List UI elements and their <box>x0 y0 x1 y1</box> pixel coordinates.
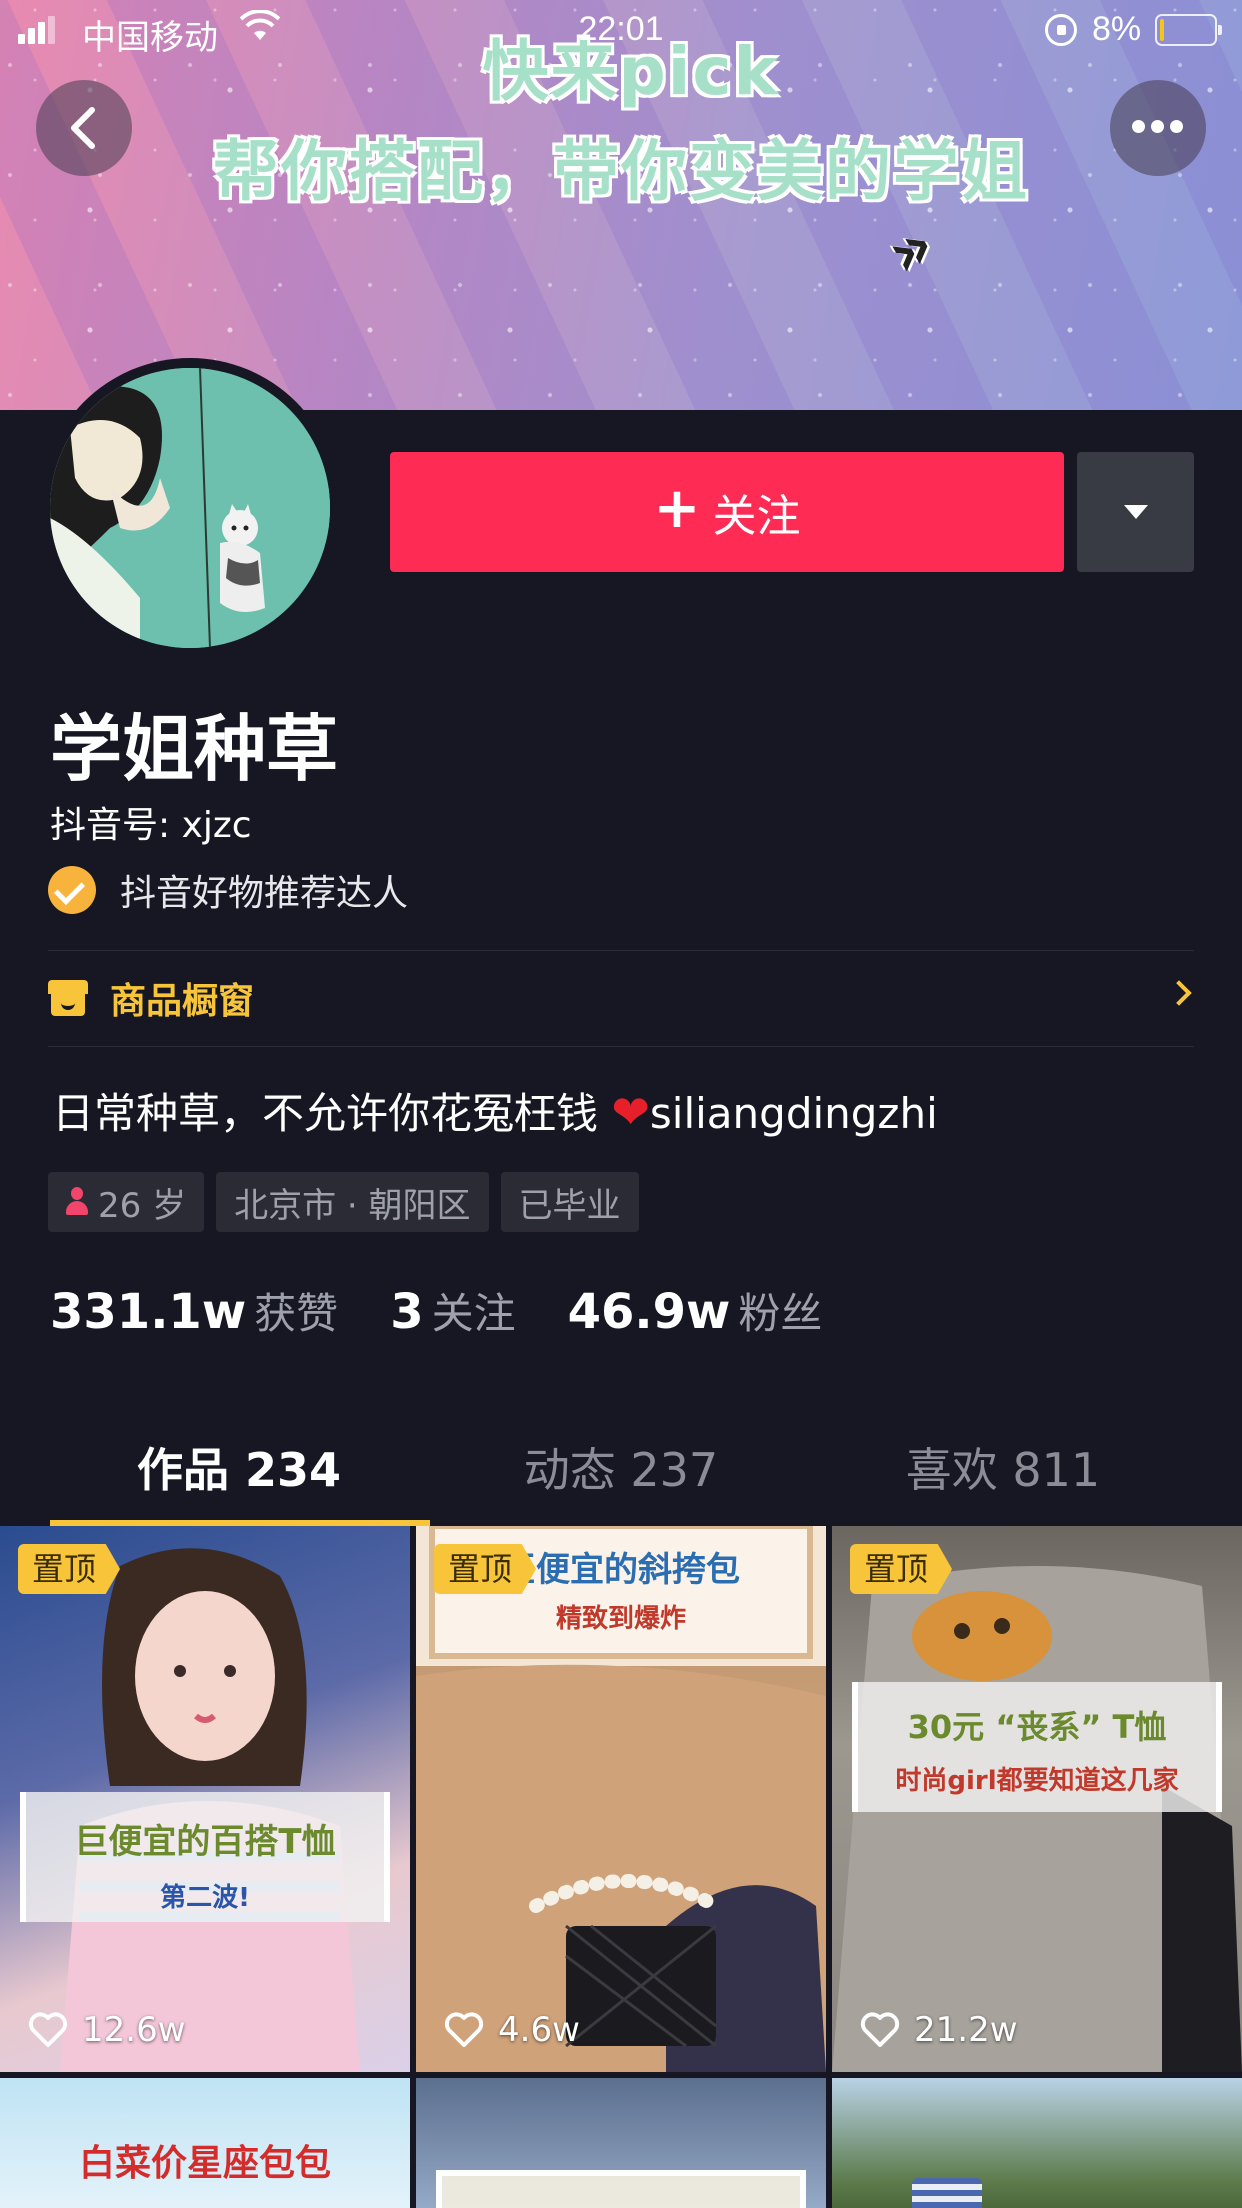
video-cover-caption <box>436 2170 806 2208</box>
pinned-label: 置顶 <box>18 1544 121 1594</box>
video-card[interactable]: 30元 “丧系” T恤 时尚girl都要知道这几家 置顶 21.2w <box>832 1526 1242 2072</box>
chevron-right-icon <box>1166 980 1192 1006</box>
video-cover-subcaption: 精致到爆炸 <box>555 1604 686 1634</box>
battery-icon <box>1155 14 1222 46</box>
battery-percentage: 8% <box>1092 10 1142 48</box>
banner-line-2: 帮你搭配，带你变美的学姐 <box>213 133 1029 210</box>
video-likes-count: 12.6w <box>82 2010 186 2050</box>
divider <box>48 1046 1194 1047</box>
rotation-lock-icon <box>1045 14 1077 46</box>
chevron-left-icon <box>71 107 95 149</box>
heart-icon <box>444 2012 484 2047</box>
tab-likes[interactable]: 喜欢 811 <box>796 1420 1210 1520</box>
video-grid: 巨便宜的百搭T恤 第二波! 置顶 12.6w 巨便宜的斜挎包 精致到爆炸 置顶 … <box>0 1526 1242 2208</box>
following-label: 关注 <box>431 1289 516 1338</box>
shop-icon <box>48 978 88 1018</box>
video-card[interactable]: 巨便宜的斜挎包 精致到爆炸 置顶 4.6w <box>416 1526 826 2072</box>
video-cover-caption: 白菜价星座包包 <box>78 2143 331 2184</box>
profile-banner: 快来pick 帮你搭配，带你变美的学姐 » <box>0 0 1242 410</box>
verified-check-icon <box>48 866 96 914</box>
followers-count: 46.9w <box>567 1284 731 1340</box>
location-tag: 北京市 · 朝阳区 <box>216 1172 489 1232</box>
age-tag: 26 岁 <box>48 1172 205 1232</box>
likes-label: 获赞 <box>254 1289 339 1338</box>
content-tabs: 作品 234 动态 237 喜欢 811 <box>0 1420 1242 1530</box>
pinned-label: 置顶 <box>850 1544 953 1594</box>
avatar-image <box>50 368 330 648</box>
following-count: 3 <box>390 1284 424 1340</box>
female-person-icon <box>66 1187 88 1217</box>
pinned-label: 置顶 <box>434 1544 537 1594</box>
profile-stats: 331.1w 获赞 3 关注 46.9w 粉丝 <box>50 1280 874 1341</box>
video-likes: 12.6w <box>28 2010 186 2050</box>
followers-label: 粉丝 <box>738 1289 823 1338</box>
badge-label: 抖音好物推荐达人 <box>120 873 409 914</box>
video-card[interactable]: 白菜价星座包包 <box>0 2078 410 2208</box>
shop-window-link[interactable]: 商品橱窗 <box>48 950 1194 1046</box>
plus-icon: + <box>653 476 701 541</box>
display-name: 学姐种草 <box>50 707 339 791</box>
caret-down-icon <box>1124 505 1148 519</box>
video-cover-image <box>912 2178 982 2208</box>
tab-works[interactable]: 作品 234 <box>32 1420 446 1520</box>
likes-stat[interactable]: 331.1w 获赞 <box>50 1280 338 1341</box>
more-options-button[interactable] <box>1110 80 1206 176</box>
status-bar: 中国移动 22:01 8% <box>0 0 1242 60</box>
profile-tags: 26 岁 北京市 · 朝阳区 已毕业 <box>48 1172 639 1232</box>
video-cover-caption: 巨便宜的百搭T恤 第二波! <box>20 1792 390 1922</box>
video-likes: 4.6w <box>444 2010 580 2050</box>
shop-window-label: 商品橱窗 <box>110 981 255 1022</box>
profile-page: 快来pick 帮你搭配，带你变美的学姐 » 中国移动 22:01 8% + 关注… <box>0 0 1242 2208</box>
age-label: 26 岁 <box>98 1185 187 1226</box>
bio-text: 日常种草，不允许你花冤枉钱 <box>52 1089 599 1138</box>
follow-button-label: 关注 <box>712 491 801 542</box>
following-stat[interactable]: 3 关注 <box>390 1280 515 1341</box>
heart-icon <box>860 2012 900 2047</box>
video-likes-count: 4.6w <box>498 2010 580 2050</box>
video-likes-count: 21.2w <box>914 2010 1018 2050</box>
avatar[interactable] <box>40 358 340 658</box>
verified-badge: 抖音好物推荐达人 <box>48 862 408 918</box>
video-card[interactable] <box>832 2078 1242 2208</box>
followers-stat[interactable]: 46.9w 粉丝 <box>568 1280 823 1341</box>
back-button[interactable] <box>36 80 132 176</box>
bio: 日常种草，不允许你花冤枉钱 ❤siliangdingzhi <box>52 1080 938 1141</box>
video-card[interactable]: 巨便宜的百搭T恤 第二波! 置顶 12.6w <box>0 1526 410 2072</box>
video-card[interactable] <box>416 2078 826 2208</box>
follow-button[interactable]: + 关注 <box>390 452 1064 572</box>
graduation-tag: 已毕业 <box>500 1172 639 1232</box>
more-dots-icon <box>1132 120 1184 134</box>
heart-icon <box>28 2012 68 2047</box>
likes-count: 331.1w <box>50 1284 247 1340</box>
bio-suffix: siliangdingzhi <box>649 1089 938 1138</box>
tab-activity[interactable]: 动态 237 <box>414 1420 828 1520</box>
recommend-dropdown-button[interactable] <box>1077 452 1194 572</box>
video-likes: 21.2w <box>860 2010 1018 2050</box>
video-cover-caption: 30元 “丧系” T恤 时尚girl都要知道这几家 <box>852 1682 1222 1812</box>
red-heart-icon: ❤ <box>611 1085 650 1139</box>
douyin-id[interactable]: 抖音号: xjzc <box>50 796 252 848</box>
